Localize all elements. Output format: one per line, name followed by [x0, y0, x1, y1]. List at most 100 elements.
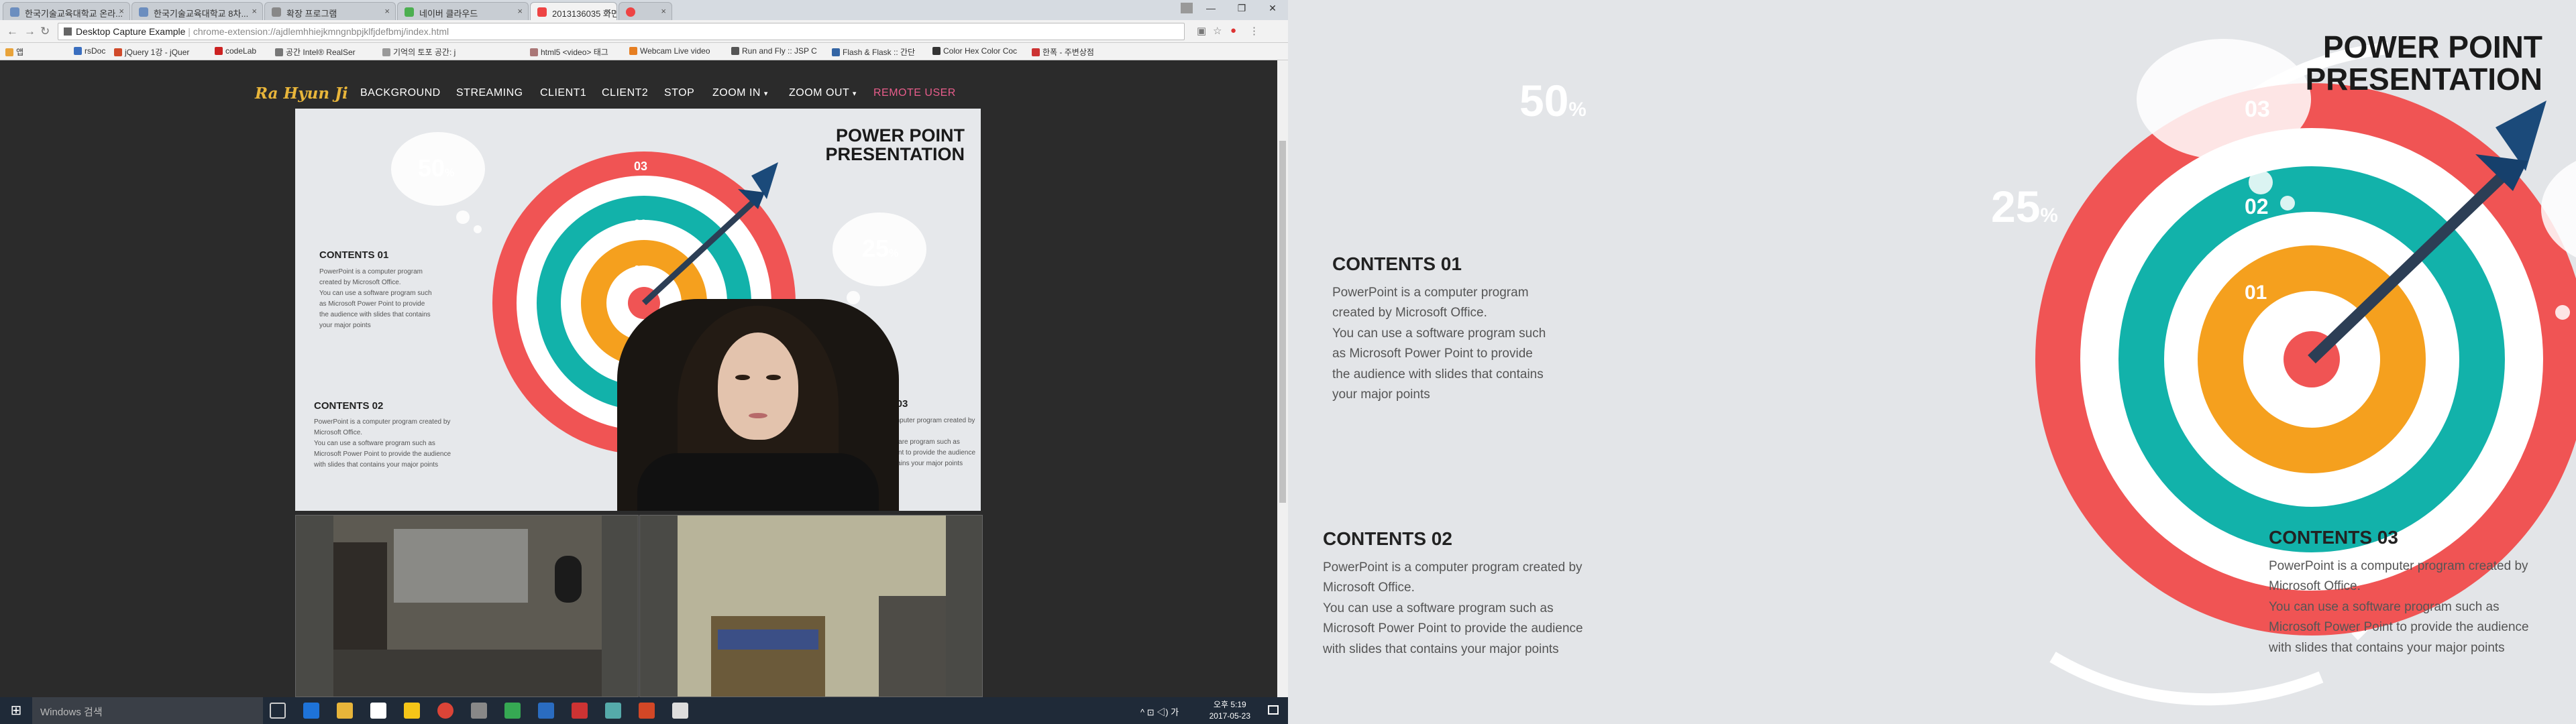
tab-6[interactable]: × — [619, 2, 672, 20]
person-mouth — [749, 413, 767, 418]
close-window-button[interactable]: ✕ — [1257, 0, 1288, 16]
bookmark-color[interactable]: Color Hex Color Coc — [932, 46, 1017, 56]
taskbar-search-box[interactable]: Windows 검색 — [32, 697, 263, 724]
app-icon[interactable] — [538, 703, 554, 719]
bookmark-icon — [530, 48, 538, 56]
back-icon[interactable]: ← — [7, 25, 18, 38]
nav-streaming[interactable]: STREAMING — [456, 87, 523, 99]
bookmark-topo[interactable]: 기억의 토포 공간: j — [382, 46, 455, 58]
scrollbar-thumb[interactable] — [1279, 141, 1286, 503]
bookmark-html5[interactable]: html5 <video> 태그 — [530, 46, 608, 58]
bookmark-shop[interactable]: 한폭 - 주변상점 — [1032, 46, 1094, 58]
page-scrollbar[interactable] — [1277, 60, 1288, 697]
app-icon[interactable] — [504, 703, 521, 719]
cabinet — [394, 529, 528, 603]
system-tray[interactable]: ^ ⊡ ◁) 가 — [1140, 705, 1179, 718]
close-icon[interactable]: × — [606, 6, 611, 16]
powerpoint-icon[interactable] — [639, 703, 655, 719]
youtube-icon — [215, 47, 223, 55]
tab-2[interactable]: 한국기술교육대학교 8차... × — [131, 2, 263, 20]
bookmark-icon — [1032, 48, 1040, 56]
nav-remote-user[interactable]: REMOTE USER — [873, 87, 956, 99]
user-icon[interactable] — [1181, 3, 1193, 13]
app-icon[interactable] — [572, 703, 588, 719]
bookmarks-bar: 앱 rsDoc jQuery 1강 - jQuer codeLab 공간 Int… — [0, 43, 1288, 60]
close-icon[interactable]: × — [119, 6, 124, 16]
bookmark-apps[interactable]: 앱 — [5, 46, 23, 58]
nav-zoom-in[interactable]: ZOOM IN ▾ — [712, 87, 768, 99]
app-icon[interactable] — [605, 703, 621, 719]
contents-01-heading: CONTENTS 01 — [1332, 253, 1462, 274]
menu-icon[interactable]: ⋮ — [1249, 25, 1259, 37]
puzzle-icon — [272, 7, 281, 17]
tab-5[interactable]: 2013136035 화면지...× — [530, 2, 617, 20]
bookmark-flask[interactable]: Flash & Flask :: 간단 — [832, 46, 915, 58]
body-line: PowerPoint is a computer program created… — [2269, 559, 2528, 573]
tab-label: 네이버 클라우드 — [419, 9, 478, 19]
bookmark-jsp[interactable]: Run and Fly :: JSP C — [731, 46, 817, 56]
nav-client1[interactable]: CLIENT1 — [540, 87, 586, 99]
close-icon[interactable]: × — [661, 6, 666, 16]
minimize-button[interactable]: — — [1195, 0, 1226, 16]
bookmark-label: Run and Fly :: JSP C — [742, 46, 817, 56]
maximize-button[interactable]: ❐ — [1226, 0, 1257, 16]
contents-02-body: PowerPoint is a computer program created… — [314, 417, 451, 471]
reload-icon[interactable]: ↻ — [40, 25, 50, 38]
extension-icon[interactable]: ● — [1230, 25, 1236, 36]
site-logo[interactable]: Ra Hyun Ji — [255, 84, 348, 103]
body-line: You can use a software program such — [1332, 326, 1546, 341]
nav-zoom-out[interactable]: ZOOM OUT ▾ — [789, 87, 857, 99]
star-icon[interactable]: ☆ — [1213, 25, 1222, 37]
bookmark-jquery[interactable]: jQuery 1강 - jQuer — [114, 46, 189, 58]
close-icon[interactable]: × — [384, 6, 390, 16]
page-icon — [64, 27, 72, 36]
bookmark-rsdoc[interactable]: rsDoc — [74, 46, 105, 56]
windows-start-icon[interactable]: ⊞ — [0, 697, 32, 724]
body-line: Microsoft Power Point to provide the aud… — [1323, 621, 1583, 636]
store-icon[interactable] — [370, 703, 386, 719]
cast-icon[interactable]: ▣ — [1197, 25, 1206, 37]
left-monitor: 한국기술교육대학교 온라... × 한국기술교육대학교 8차... × 확장 프로그… — [0, 0, 1288, 724]
nav-zoom-out-label: ZOOM OUT — [789, 87, 849, 99]
close-icon[interactable]: × — [252, 6, 257, 16]
bookmark-label: rsDoc — [85, 46, 106, 56]
nav-client2[interactable]: CLIENT2 — [602, 87, 648, 99]
bookmark-codelab[interactable]: codeLab — [215, 46, 256, 56]
bookmark-label: 기억의 토포 공간: j — [393, 48, 456, 57]
tab-3[interactable]: 확장 프로그램 × — [264, 2, 396, 20]
body-line: You can use a software program such as — [2269, 599, 2500, 614]
bubble-25-label: 25% — [1991, 181, 2058, 232]
bookmark-icon — [629, 47, 637, 55]
notification-icon[interactable] — [1268, 705, 1279, 715]
streamed-slide-preview: 50% 25% 01 02 03 POWER POINT PRESENTATION… — [295, 109, 981, 511]
kakaotalk-icon[interactable] — [404, 703, 420, 719]
address-bar[interactable]: Desktop Capture Example | chrome-extensi… — [58, 23, 1185, 40]
bookmark-realsense[interactable]: 공간 Intel® RealSer — [275, 46, 356, 58]
bookmark-label: html5 <video> 태그 — [541, 48, 608, 57]
tab-label: 한국기술교육대학교 온라... — [25, 9, 123, 19]
contents-02-heading: CONTENTS 02 — [1323, 528, 1452, 549]
bubble-50-label: 50% — [1519, 75, 1587, 126]
tab-1[interactable]: 한국기술교육대학교 온라... × — [3, 2, 130, 20]
tab-4[interactable]: 네이버 클라우드 × — [397, 2, 529, 20]
body-line: with slides that contains your major poi… — [1323, 642, 1559, 656]
nav-stop[interactable]: STOP — [664, 87, 694, 99]
app-icon[interactable] — [471, 703, 487, 719]
contents-01-body: PowerPoint is a computer program created … — [319, 267, 432, 331]
person-shoulders — [637, 453, 879, 511]
close-icon[interactable]: × — [517, 6, 523, 16]
body-line: PowerPoint is a computer program — [1332, 286, 1529, 300]
bookmark-webcam[interactable]: Webcam Live video — [629, 46, 710, 56]
nav-background[interactable]: BACKGROUND — [360, 87, 441, 99]
forward-icon[interactable]: → — [24, 25, 36, 38]
ring-label-01: 01 — [2245, 282, 2267, 304]
file-explorer-icon[interactable] — [337, 703, 353, 719]
task-view-icon[interactable] — [270, 703, 286, 719]
edge-icon[interactable] — [303, 703, 319, 719]
contents-02-body: PowerPoint is a computer program created… — [1323, 558, 1583, 660]
app-icon[interactable] — [672, 703, 688, 719]
body-line: created by Microsoft Office. — [1332, 306, 1487, 320]
chrome-icon[interactable] — [437, 703, 453, 719]
taskbar-clock[interactable]: 오후 5:19 2017-05-23 — [1210, 699, 1250, 722]
bookshelf — [711, 616, 825, 697]
